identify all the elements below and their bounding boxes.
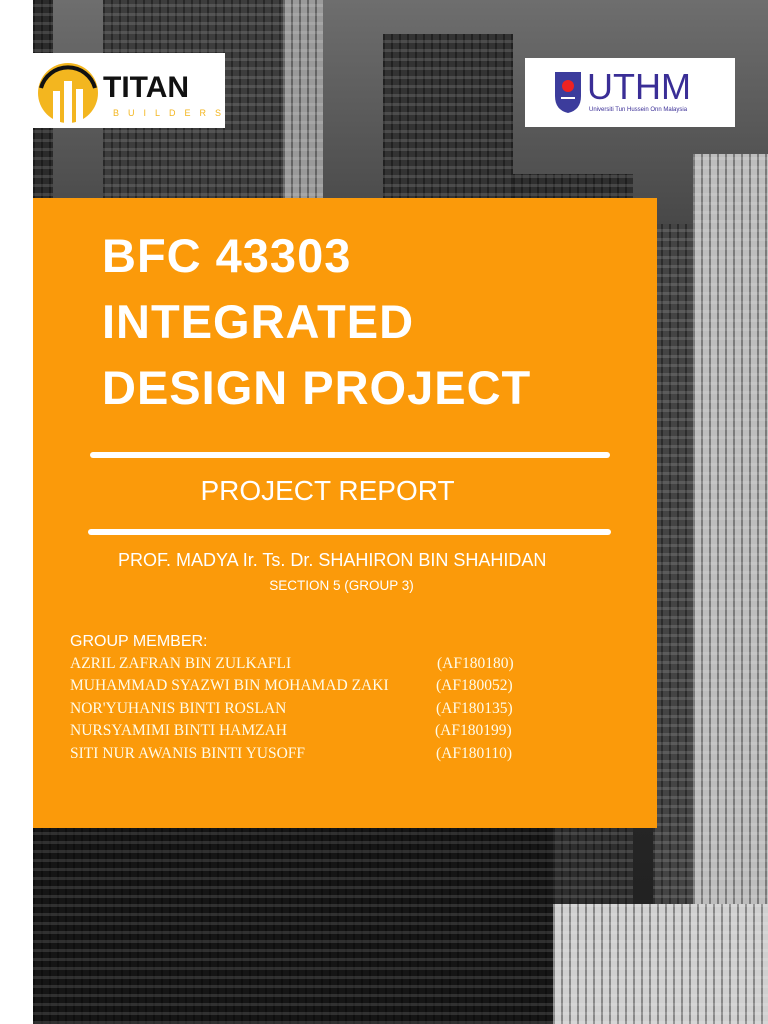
titan-builders-logo: TITAN BUILDERS xyxy=(33,53,225,128)
member-name: AZRIL ZAFRAN BIN ZULKAFLI xyxy=(70,655,292,672)
course-title-line2: DESIGN PROJECT xyxy=(102,361,532,414)
titan-logo-text: TITAN xyxy=(103,71,190,104)
uthm-crest-icon xyxy=(555,72,581,113)
member-name: SITI NUR AWANIS BINTI YUSOFF xyxy=(70,745,306,762)
member-id: (AF180135) xyxy=(436,700,513,717)
titan-logo-subtext: BUILDERS xyxy=(113,108,231,118)
member-id: (AF180199) xyxy=(435,722,512,739)
course-title-line1: INTEGRATED xyxy=(102,295,415,348)
group-member-label: GROUP MEMBER: xyxy=(70,633,208,650)
report-subtitle: PROJECT REPORT xyxy=(200,475,455,506)
course-code: BFC 43303 xyxy=(102,229,352,282)
member-id: (AF180180) xyxy=(437,655,514,672)
section-label: SECTION 5 (GROUP 3) xyxy=(269,578,414,593)
member-name: NURSYAMIMI BINTI HAMZAH xyxy=(70,722,287,739)
divider-top xyxy=(90,452,610,458)
member-name: NOR'YUHANIS BINTI ROSLAN xyxy=(70,700,287,717)
uthm-logo-text: UTHM xyxy=(587,66,691,107)
member-name: MUHAMMAD SYAZWI BIN MOHAMAD ZAKI xyxy=(70,677,389,694)
member-id: (AF180110) xyxy=(436,745,513,762)
uthm-logo-subtext: Universiti Tun Hussein Onn Malaysia xyxy=(589,107,688,113)
member-id: (AF180052) xyxy=(436,677,513,694)
titan-logo-icon xyxy=(38,63,98,126)
supervisor-name: PROF. MADYA Ir. Ts. Dr. SHAHIRON BIN SHA… xyxy=(118,550,547,570)
uthm-logo: UTHM Universiti Tun Hussein Onn Malaysia xyxy=(525,58,735,127)
divider-bottom xyxy=(88,529,611,535)
